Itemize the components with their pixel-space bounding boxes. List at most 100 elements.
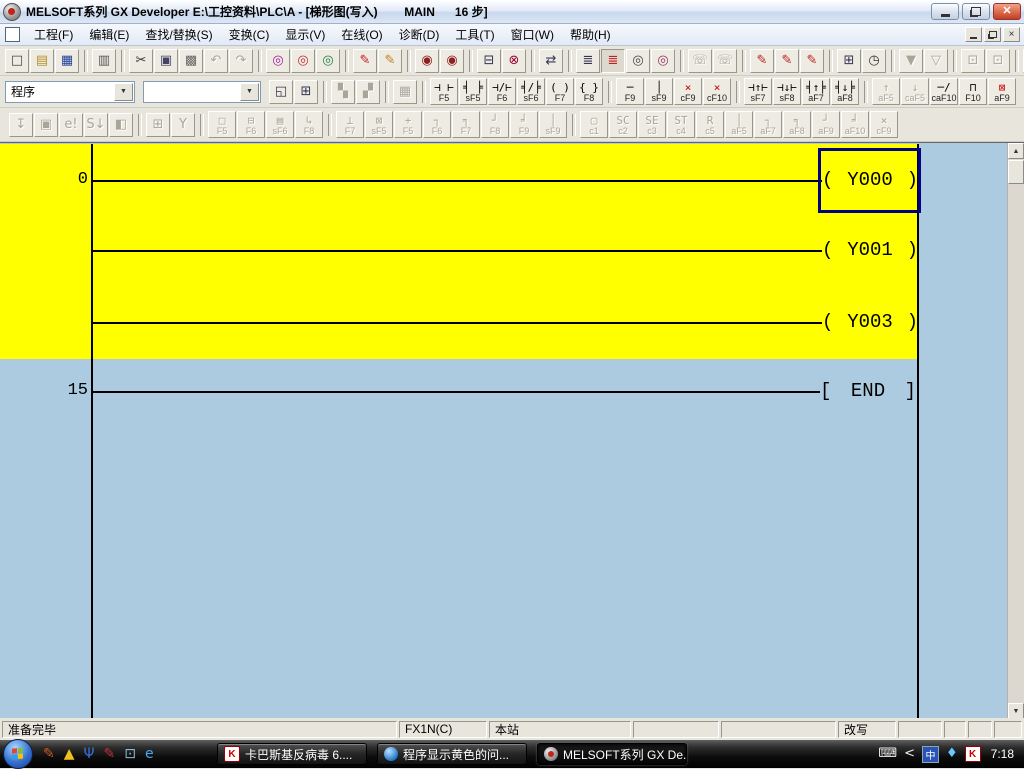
delete-horizontal-line-button[interactable]: ×cF9 <box>674 78 702 105</box>
delete-block-button[interactable]: ⊠aF9 <box>988 78 1016 105</box>
scroll-up-button[interactable]: ▲ <box>1008 143 1024 159</box>
find-device-button[interactable]: ◎ <box>266 49 290 73</box>
menu-item-9[interactable]: 帮助(H) <box>562 24 619 45</box>
start-button[interactable] <box>3 739 33 769</box>
program-mode-combo[interactable]: 程序 ▼ <box>5 81 135 103</box>
write-to-plc-button[interactable]: ✎ <box>750 49 774 73</box>
rising-pulse-branch-button[interactable]: ╡↑╞aF7 <box>802 78 830 105</box>
save-button[interactable]: ▦ <box>55 49 79 73</box>
minimize-button[interactable] <box>931 3 959 20</box>
separator <box>84 50 88 72</box>
keyboard-icon[interactable]: ⌨ <box>878 747 897 761</box>
find-window-button[interactable]: ◎ <box>626 49 650 73</box>
new-button[interactable]: □ <box>5 49 29 73</box>
taskbar-task-0[interactable]: K卡巴斯基反病毒 6.... <box>217 743 367 765</box>
quicklaunch-search-icon[interactable]: ✎ <box>104 746 116 762</box>
replace-window-button[interactable]: ◎ <box>651 49 675 73</box>
sfc-line-a5-button: │aF5 <box>725 111 753 138</box>
ime-icon[interactable]: 中 <box>922 746 939 763</box>
open-branch-button[interactable]: ╡ ╞sF5 <box>459 78 487 105</box>
tray-collapse-chevron[interactable]: < <box>904 747 915 761</box>
invert-result-button[interactable]: ─/caF10 <box>930 78 958 105</box>
restore-button[interactable] <box>962 3 990 20</box>
paste-button[interactable]: ▩ <box>179 49 203 73</box>
project-data-list-button[interactable]: ⊞ <box>294 80 318 104</box>
quicklaunch-warning-icon[interactable]: ▲ <box>64 746 75 762</box>
verify-with-plc-button[interactable]: ✎ <box>800 49 824 73</box>
convert-block-button[interactable]: ⊓F10 <box>959 78 987 105</box>
rising-pulse-button[interactable]: ⊣↑⊢sF7 <box>744 78 772 105</box>
mdi-restore-button[interactable] <box>984 27 1001 42</box>
mdi-minimize-button[interactable] <box>965 27 982 42</box>
device-comment-button[interactable]: ✎ <box>378 49 402 73</box>
read-from-plc-button[interactable]: ✎ <box>775 49 799 73</box>
sfc-line-a8-button: ╕aF8 <box>783 111 811 138</box>
menu-item-0[interactable]: 工程(F) <box>26 24 81 45</box>
chevron-down-icon[interactable]: ▼ <box>240 83 259 101</box>
menu-item-4[interactable]: 显示(V) <box>277 24 333 45</box>
quicklaunch-trident-icon[interactable]: Ψ <box>84 746 95 762</box>
quicklaunch-tool-icon[interactable]: ✎ <box>43 746 55 762</box>
project-tree-button[interactable]: ≣ <box>576 49 600 73</box>
taskbar-task-2[interactable]: MELSOFT系列 GX De... <box>537 743 687 765</box>
closed-branch-button[interactable]: ╡/╞sF6 <box>517 78 545 105</box>
mdi-close-button[interactable]: × <box>1003 27 1020 42</box>
sfc-vertical-line-button: │sF9 <box>539 111 567 138</box>
circuit-read-button[interactable]: ◉ <box>415 49 439 73</box>
menu-item-1[interactable]: 编辑(E) <box>81 24 137 45</box>
taskbar-task-1[interactable]: 程序显示黄色的问... <box>377 743 527 765</box>
menu-item-3[interactable]: 变换(C) <box>221 24 278 45</box>
find-instruction-button[interactable]: ◎ <box>291 49 315 73</box>
messenger-icon[interactable]: ♦ <box>946 747 958 761</box>
quicklaunch-display-icon[interactable]: ⊡ <box>124 746 136 762</box>
device-search-combo[interactable]: ▼ <box>143 81 261 103</box>
print-button[interactable]: ▥ <box>92 49 116 73</box>
vertical-line-button[interactable]: │sF9 <box>645 78 673 105</box>
open-button[interactable]: ▤ <box>30 49 54 73</box>
vertical-scrollbar[interactable]: ▲ ▼ <box>1007 143 1024 719</box>
scroll-down-button[interactable]: ▼ <box>1008 703 1024 719</box>
melsoft-app-icon <box>3 3 21 21</box>
end-instruction[interactable]: [END] <box>820 380 916 402</box>
task-label: MELSOFT系列 GX De... <box>563 746 687 763</box>
closed-contact-button[interactable]: ⊣/⊢F6 <box>488 78 516 105</box>
falling-pulse-branch-button[interactable]: ╡↓╞aF8 <box>831 78 859 105</box>
find-string-button[interactable]: ◎ <box>316 49 340 73</box>
delete-vertical-line-button[interactable]: ×cF10 <box>703 78 731 105</box>
scrollbar-thumb[interactable] <box>1008 160 1024 184</box>
menu-item-2[interactable]: 查找/替换(S) <box>137 24 220 45</box>
cut-button[interactable]: ✂ <box>129 49 153 73</box>
device-test-button[interactable]: ✎ <box>353 49 377 73</box>
horizontal-line-button[interactable]: ─F9 <box>616 78 644 105</box>
menu-item-7[interactable]: 工具(T) <box>447 24 502 45</box>
invert-down-button: ↓caF5 <box>901 78 929 105</box>
ladder-editor[interactable]: (Y000) (Y001) (Y003) [END] 0 15 ▲ ▼ <box>0 142 1024 718</box>
chevron-down-icon[interactable]: ▼ <box>114 83 133 101</box>
coil-y003[interactable]: (Y003) <box>822 311 918 333</box>
comment-search-button[interactable]: ◱ <box>269 80 293 104</box>
application-instruction-button[interactable]: { }F8 <box>575 78 603 105</box>
quicklaunch-browser-icon[interactable]: e <box>145 746 154 762</box>
circuit-write-button[interactable]: ◉ <box>440 49 464 73</box>
coil-y001[interactable]: (Y001) <box>822 239 918 261</box>
menu-item-6[interactable]: 诊断(D) <box>391 24 448 45</box>
close-button[interactable]: ✕ <box>993 3 1021 20</box>
falling-pulse-button[interactable]: ⊣↓⊢sF8 <box>773 78 801 105</box>
document-icon[interactable] <box>5 27 20 42</box>
insert-block-button[interactable]: ⊞ <box>837 49 861 73</box>
clock-setup-button[interactable]: ◷ <box>862 49 886 73</box>
menu-item-8[interactable]: 窗口(W) <box>503 24 562 45</box>
menu-item-5[interactable]: 在线(O) <box>333 24 390 45</box>
transfer-setup-button[interactable]: ⇄ <box>539 49 563 73</box>
kaspersky-tray-icon[interactable]: K <box>965 746 981 762</box>
macro-button: ▚ <box>331 80 355 104</box>
window-split-button[interactable]: ⊟ <box>477 49 501 73</box>
separator <box>323 81 327 103</box>
separator <box>138 114 142 136</box>
monitor-stop-button[interactable]: ⊗ <box>502 49 526 73</box>
open-contact-button[interactable]: ⊣ ⊢F5 <box>430 78 458 105</box>
copy-button[interactable]: ▣ <box>154 49 178 73</box>
ladder-edit-mode-button[interactable]: ≣ <box>601 49 625 73</box>
coil-button[interactable]: ( )F7 <box>546 78 574 105</box>
separator <box>121 50 125 72</box>
